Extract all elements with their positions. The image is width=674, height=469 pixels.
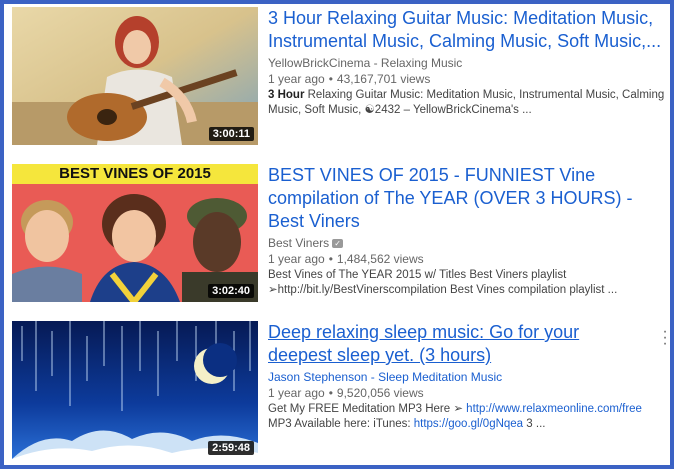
desc-text: Best Vines of The YEAR 2015 w/ Titles Be… xyxy=(268,269,567,281)
upload-age: 1 year ago xyxy=(268,386,325,400)
video-thumbnail[interactable]: BEST VINES OF 2015 3:02:40 xyxy=(12,164,258,302)
desc-text: MP3 Available here: iTunes: xyxy=(268,418,414,430)
video-title-link[interactable]: Deep relaxing sleep music: Go for your d… xyxy=(268,321,648,367)
desc-text: Relaxing Guitar Music: Meditation Music,… xyxy=(268,89,665,116)
video-duration: 3:02:40 xyxy=(208,284,254,298)
thumbnail-image-night-sky xyxy=(12,321,258,459)
thumbnail-image-guitar xyxy=(12,7,258,145)
result-info: BEST VINES OF 2015 - FUNNIEST Vine compi… xyxy=(268,164,668,298)
video-title-link[interactable]: 3 Hour Relaxing Guitar Music: Meditation… xyxy=(268,7,668,53)
video-description: Get My FREE Meditation MP3 Here ➢ http:/… xyxy=(268,402,668,432)
desc-text: ➢http://bit.ly/BestVinerscompilation Bes… xyxy=(268,284,618,296)
view-count: 1,484,562 views xyxy=(336,252,424,266)
description-link[interactable]: https://goo.gl/0gNqea xyxy=(414,418,523,430)
separator-dot: • xyxy=(328,386,333,400)
search-result: 2:59:48 Deep relaxing sleep music: Go fo… xyxy=(8,321,670,461)
video-stats: 1 year ago • 1,484,562 views xyxy=(268,252,668,267)
channel-name[interactable]: Jason Stephenson - Sleep Meditation Musi… xyxy=(268,370,668,385)
search-result: BEST VINES OF 2015 3:02:40 BEST VINES OF… xyxy=(8,164,670,304)
channel-name[interactable]: Best Viners ✓ xyxy=(268,236,668,251)
thumbnail-banner-text: BEST VINES OF 2015 xyxy=(12,164,258,184)
view-count: 43,167,701 views xyxy=(336,72,431,86)
channel-label[interactable]: YellowBrickCinema - Relaxing Music xyxy=(268,56,462,70)
desc-text: Get My FREE Meditation MP3 Here ➢ xyxy=(268,403,467,415)
video-thumbnail[interactable]: 3:00:11 xyxy=(12,7,258,145)
video-description: 3 Hour Relaxing Guitar Music: Meditation… xyxy=(268,88,668,118)
video-description: Best Vines of The YEAR 2015 w/ Titles Be… xyxy=(268,268,668,298)
channel-label[interactable]: Jason Stephenson - Sleep Meditation Musi… xyxy=(268,370,502,384)
separator-dot: • xyxy=(328,252,333,266)
video-stats: 1 year ago • 9,520,056 views xyxy=(268,386,668,401)
video-stats: 1 year ago • 43,167,701 views xyxy=(268,72,668,87)
thumbnail-image-vines xyxy=(12,164,258,302)
channel-label[interactable]: Best Viners xyxy=(268,236,329,250)
desc-highlight: 3 Hour xyxy=(268,89,305,101)
view-count: 9,520,056 views xyxy=(336,386,424,400)
video-thumbnail[interactable]: 2:59:48 xyxy=(12,321,258,459)
separator-dot: • xyxy=(328,72,333,86)
video-duration: 3:00:11 xyxy=(208,127,254,141)
video-title-link[interactable]: BEST VINES OF 2015 - FUNNIEST Vine compi… xyxy=(268,164,668,233)
channel-name[interactable]: YellowBrickCinema - Relaxing Music xyxy=(268,56,668,71)
results-frame: 3:00:11 3 Hour Relaxing Guitar Music: Me… xyxy=(0,0,674,469)
description-link[interactable]: http://www.relaxmeonline.com/free xyxy=(466,403,642,415)
desc-text: 3 ... xyxy=(523,418,546,430)
result-info: 3 Hour Relaxing Guitar Music: Meditation… xyxy=(268,7,668,118)
verified-icon: ✓ xyxy=(332,239,344,249)
more-vert-icon[interactable]: · · · xyxy=(660,324,670,352)
search-result: 3:00:11 3 Hour Relaxing Guitar Music: Me… xyxy=(8,7,670,147)
result-info: Deep relaxing sleep music: Go for your d… xyxy=(268,321,668,432)
upload-age: 1 year ago xyxy=(268,252,325,266)
upload-age: 1 year ago xyxy=(268,72,325,86)
video-duration: 2:59:48 xyxy=(208,441,254,455)
